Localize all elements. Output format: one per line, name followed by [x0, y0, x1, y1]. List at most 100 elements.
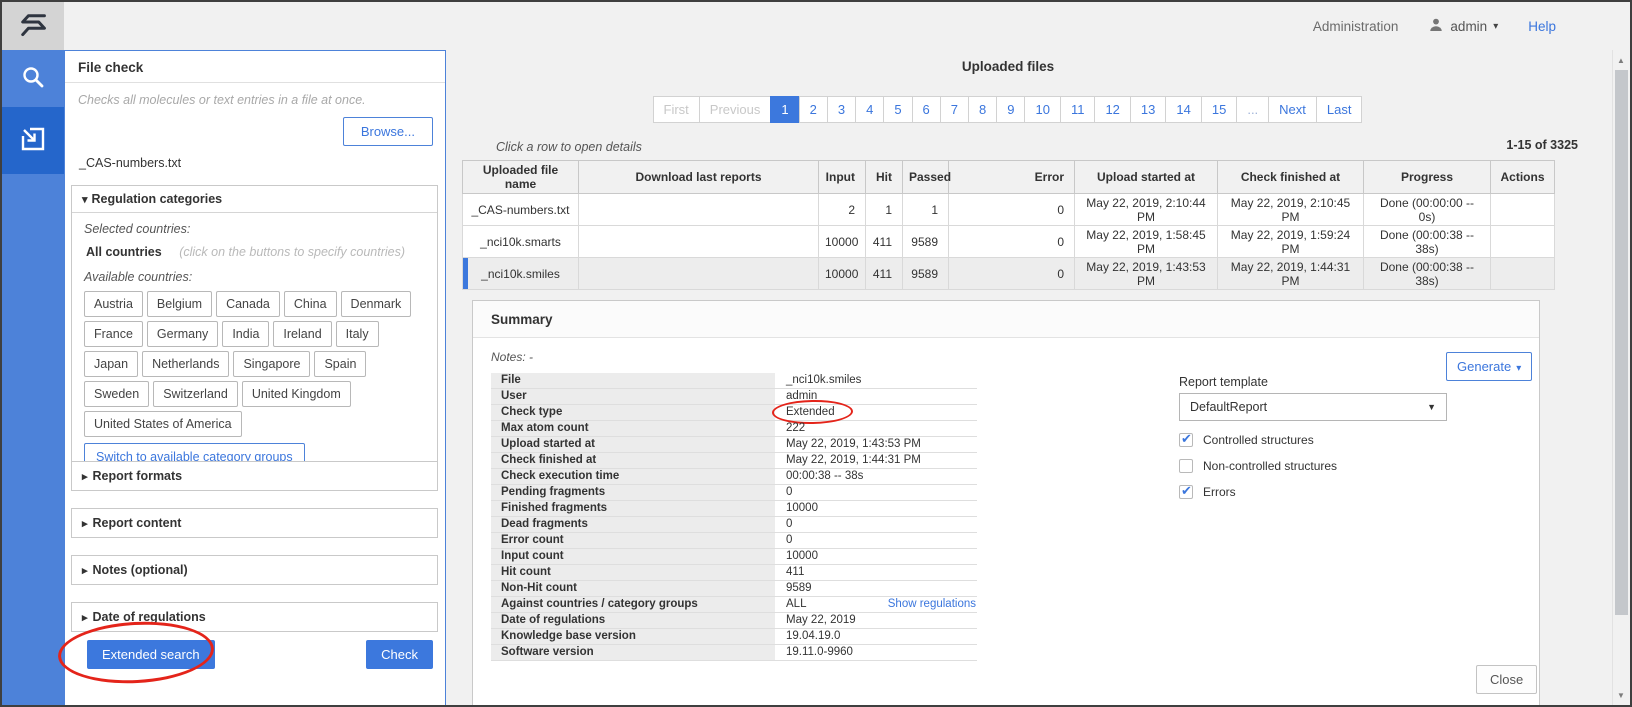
cell-input: 2 [819, 194, 866, 226]
field-value: 0 [775, 517, 977, 532]
checkbox-row-controlled-structures[interactable]: Controlled structures [1179, 432, 1337, 447]
check-button[interactable]: Check [366, 640, 433, 669]
section-header-report-formats[interactable]: Report formats [71, 461, 438, 491]
cell-upload_started: May 22, 2019, 2:10:44 PM [1075, 194, 1218, 226]
section-header-notes-optional-[interactable]: Notes (optional) [71, 555, 438, 585]
field-value-text: 10000 [786, 550, 818, 562]
cell-hit: 411 [866, 226, 903, 258]
field-label: Finished fragments [491, 501, 775, 516]
summary-field-row: Against countries / category groupsALLSh… [491, 597, 977, 613]
table-row[interactable]: _CAS-numbers.txt2110May 22, 2019, 2:10:4… [463, 194, 1555, 226]
field-value-text: May 22, 2019, 1:43:53 PM [786, 438, 921, 450]
table-row[interactable]: _nci10k.smarts1000041195890May 22, 2019,… [463, 226, 1555, 258]
summary-field-row: Finished fragments10000 [491, 501, 977, 517]
country-button-italy[interactable]: Italy [336, 321, 379, 347]
pagination-page-3[interactable]: 3 [827, 96, 856, 123]
pagination-page-5[interactable]: 5 [883, 96, 912, 123]
country-button-japan[interactable]: Japan [84, 351, 138, 377]
section-header-report-content[interactable]: Report content [71, 508, 438, 538]
checked-checkbox-icon[interactable] [1179, 433, 1193, 447]
arrow-up-icon[interactable]: ▲ [1613, 56, 1629, 65]
field-label: Check finished at [491, 453, 775, 468]
pagination-page-8[interactable]: 8 [968, 96, 997, 123]
field-value: ALLShow regulations [775, 597, 977, 612]
field-value: 00:00:38 -- 38s [775, 469, 977, 484]
pagination-page-7[interactable]: 7 [940, 96, 969, 123]
generate-button[interactable]: Generate▾ [1446, 352, 1532, 381]
user-icon [1428, 17, 1444, 36]
checkbox-row-errors[interactable]: Errors [1179, 484, 1337, 499]
country-button-denmark[interactable]: Denmark [341, 291, 412, 317]
country-button-switzerland[interactable]: Switzerland [153, 381, 238, 407]
country-button-singapore[interactable]: Singapore [233, 351, 310, 377]
pagination-page-4[interactable]: 4 [855, 96, 884, 123]
field-label: Max atom count [491, 421, 775, 436]
pagination-last[interactable]: Last [1316, 96, 1363, 123]
cell-passed: 9589 [903, 226, 949, 258]
country-button-india[interactable]: India [222, 321, 269, 347]
cell-check_finished: May 22, 2019, 1:44:31 PM [1218, 258, 1364, 290]
country-button-austria[interactable]: Austria [84, 291, 143, 317]
country-button-belgium[interactable]: Belgium [147, 291, 212, 317]
country-button-united-kingdom[interactable]: United Kingdom [242, 381, 351, 407]
summary-field-row: Check finished atMay 22, 2019, 1:44:31 P… [491, 453, 977, 469]
table-row[interactable]: _nci10k.smiles1000041195890May 22, 2019,… [463, 258, 1555, 290]
browse-button[interactable]: Browse... [343, 117, 433, 146]
country-button-france[interactable]: France [84, 321, 143, 347]
pagination-page-14[interactable]: 14 [1165, 96, 1201, 123]
cell-error: 0 [949, 258, 1075, 290]
pagination-page-15[interactable]: 15 [1201, 96, 1237, 123]
sidebar [2, 2, 64, 705]
field-value: May 22, 2019, 1:44:31 PM [775, 453, 977, 468]
help-link[interactable]: Help [1528, 19, 1556, 34]
country-button-ireland[interactable]: Ireland [273, 321, 331, 347]
selected-file-name: _CAS-numbers.txt [79, 156, 181, 170]
field-value-text: 0 [786, 534, 792, 546]
country-button-spain[interactable]: Spain [314, 351, 366, 377]
checkbox-row-non-controlled-structures[interactable]: Non-controlled structures [1179, 458, 1337, 473]
regulation-categories-header[interactable]: Regulation categories [72, 186, 437, 213]
report-template-select[interactable]: DefaultReport ▼ [1179, 393, 1447, 421]
pagination-page-2[interactable]: 2 [799, 96, 828, 123]
pagination-next[interactable]: Next [1268, 96, 1317, 123]
cell-progress: Done (00:00:38 -- 38s) [1364, 226, 1491, 258]
pagination-page-12[interactable]: 12 [1094, 96, 1130, 123]
field-value-text: 0 [786, 518, 792, 530]
arrow-down-icon[interactable]: ▼ [1613, 691, 1629, 700]
extended-search-button[interactable]: Extended search [87, 640, 215, 669]
pagination-page-11[interactable]: 11 [1060, 96, 1096, 123]
pagination-page-1[interactable]: 1 [770, 96, 799, 123]
pagination-page-9[interactable]: 9 [996, 96, 1025, 123]
country-button-germany[interactable]: Germany [147, 321, 218, 347]
field-label: Check execution time [491, 469, 775, 484]
section-header-date-of-regulations[interactable]: Date of regulations [71, 602, 438, 632]
close-button[interactable]: Close [1476, 665, 1537, 694]
scrollbar-thumb[interactable] [1615, 70, 1628, 615]
generate-label: Generate [1457, 359, 1511, 374]
sidebar-item-search[interactable] [2, 50, 64, 107]
show-regulations-link[interactable]: Show regulations [888, 597, 976, 612]
checked-checkbox-icon[interactable] [1179, 485, 1193, 499]
country-button-sweden[interactable]: Sweden [84, 381, 149, 407]
search-icon [20, 64, 46, 93]
annotation-ellipse-check-type: Extended [786, 405, 835, 420]
pagination-page-13[interactable]: 13 [1130, 96, 1166, 123]
summary-field-row: Pending fragments0 [491, 485, 977, 501]
summary-field-row: Check execution time00:00:38 -- 38s [491, 469, 977, 485]
pagination-page-10[interactable]: 10 [1024, 96, 1060, 123]
country-button-netherlands[interactable]: Netherlands [142, 351, 229, 377]
country-button-canada[interactable]: Canada [216, 291, 280, 317]
report-checkboxes: Controlled structures Non-controlled stru… [1179, 432, 1337, 510]
user-menu[interactable]: admin ▾ [1428, 17, 1498, 36]
unchecked-checkbox-icon[interactable] [1179, 459, 1193, 473]
administration-link[interactable]: Administration [1313, 19, 1399, 34]
cell-passed: 1 [903, 194, 949, 226]
field-label: Knowledge base version [491, 629, 775, 644]
country-button-united-states-of-america[interactable]: United States of America [84, 411, 242, 437]
s-logo[interactable] [2, 2, 64, 50]
pagination-page-6[interactable]: 6 [912, 96, 941, 123]
field-value-text: 222 [786, 422, 805, 434]
sidebar-item-file-check[interactable] [2, 107, 64, 174]
cell-check_finished: May 22, 2019, 1:59:24 PM [1218, 226, 1364, 258]
country-button-china[interactable]: China [284, 291, 337, 317]
